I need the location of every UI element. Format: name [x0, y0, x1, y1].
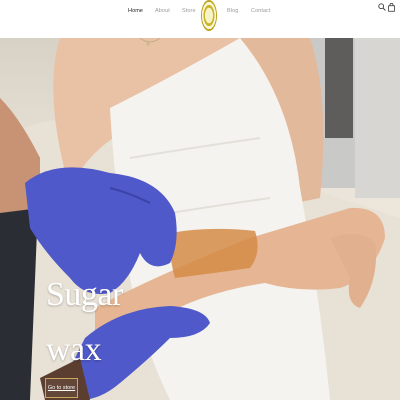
shopping-bag-icon[interactable]	[388, 3, 395, 12]
brand-logo[interactable]	[201, 0, 217, 31]
hero-banner: Sugar wax Go to store	[0, 38, 400, 400]
hero-title-line1: Sugar	[46, 276, 123, 313]
nav-about[interactable]: About	[155, 8, 170, 14]
background-equipment	[325, 38, 353, 138]
site-header: Home About Store Blog Contact	[0, 0, 400, 38]
hero-title-line2: wax	[46, 331, 102, 368]
nav-home[interactable]: Home	[128, 8, 143, 14]
main-nav: Home About Store Blog Contact	[0, 0, 400, 38]
background-panel	[355, 38, 400, 198]
go-to-store-button[interactable]: Go to store	[45, 378, 78, 398]
search-icon[interactable]	[378, 3, 386, 11]
nav-store[interactable]: Store	[182, 8, 196, 14]
nav-blog[interactable]: Blog	[227, 8, 238, 14]
necklace-pendant	[146, 42, 150, 46]
nav-contact[interactable]: Contact	[251, 8, 271, 14]
